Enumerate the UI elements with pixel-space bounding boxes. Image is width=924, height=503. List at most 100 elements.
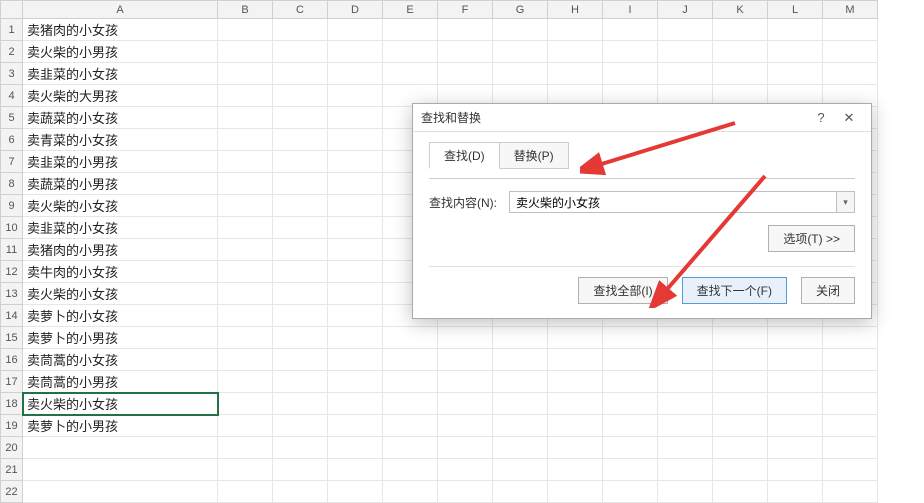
cell[interactable] (548, 349, 603, 371)
cell[interactable] (218, 107, 273, 129)
cell[interactable] (218, 195, 273, 217)
tab-replace[interactable]: 替换(P) (499, 142, 569, 169)
cell[interactable] (438, 371, 493, 393)
cell[interactable]: 卖猪肉的小女孩 (23, 19, 218, 41)
cell[interactable] (713, 327, 768, 349)
cell[interactable] (328, 63, 383, 85)
cell[interactable] (273, 19, 328, 41)
cell[interactable]: 卖韭菜的小男孩 (23, 151, 218, 173)
cell[interactable] (493, 437, 548, 459)
column-header[interactable]: H (548, 1, 603, 19)
cell[interactable]: 卖萝卜的小男孩 (23, 327, 218, 349)
cell[interactable] (273, 261, 328, 283)
column-header[interactable]: B (218, 1, 273, 19)
cell[interactable] (823, 459, 878, 481)
cell[interactable]: 卖茼蒿的小女孩 (23, 349, 218, 371)
cell[interactable] (273, 195, 328, 217)
cell[interactable] (438, 415, 493, 437)
cell[interactable] (438, 349, 493, 371)
cell[interactable] (273, 129, 328, 151)
find-all-button[interactable]: 查找全部(I) (578, 277, 667, 304)
cell[interactable] (218, 371, 273, 393)
cell[interactable]: 卖萝卜的小女孩 (23, 305, 218, 327)
cell[interactable] (218, 481, 273, 503)
cell[interactable] (218, 63, 273, 85)
cell[interactable] (603, 437, 658, 459)
cell[interactable] (713, 41, 768, 63)
cell[interactable] (493, 19, 548, 41)
cell[interactable] (548, 459, 603, 481)
cell[interactable] (273, 437, 328, 459)
cell[interactable] (328, 217, 383, 239)
cell[interactable] (273, 393, 328, 415)
cell[interactable] (328, 415, 383, 437)
cell[interactable] (658, 437, 713, 459)
cell[interactable] (768, 327, 823, 349)
cell[interactable] (328, 327, 383, 349)
cell[interactable] (383, 19, 438, 41)
cell[interactable] (383, 459, 438, 481)
cell[interactable] (548, 393, 603, 415)
cell[interactable] (218, 85, 273, 107)
cell[interactable] (768, 393, 823, 415)
cell[interactable] (493, 393, 548, 415)
cell[interactable] (273, 415, 328, 437)
cell[interactable] (328, 85, 383, 107)
cell[interactable] (218, 327, 273, 349)
cell[interactable] (218, 41, 273, 63)
column-header[interactable]: K (713, 1, 768, 19)
cell[interactable] (713, 371, 768, 393)
cell[interactable] (658, 19, 713, 41)
cell[interactable] (713, 63, 768, 85)
cell[interactable] (493, 481, 548, 503)
cell[interactable] (328, 107, 383, 129)
cell[interactable] (273, 239, 328, 261)
cell[interactable] (658, 481, 713, 503)
cell[interactable] (603, 481, 658, 503)
tab-find[interactable]: 查找(D) (429, 142, 500, 169)
cell[interactable] (383, 63, 438, 85)
row-header[interactable]: 19 (1, 415, 23, 437)
cell[interactable] (823, 481, 878, 503)
cell[interactable] (768, 19, 823, 41)
cell[interactable] (328, 41, 383, 63)
cell[interactable] (603, 393, 658, 415)
cell[interactable] (713, 415, 768, 437)
cell[interactable] (658, 393, 713, 415)
row-header[interactable]: 17 (1, 371, 23, 393)
cell[interactable] (713, 393, 768, 415)
row-header[interactable]: 5 (1, 107, 23, 129)
cell[interactable] (603, 459, 658, 481)
dialog-titlebar[interactable]: 查找和替换 ? ✕ (413, 104, 871, 132)
cell[interactable] (658, 459, 713, 481)
cell[interactable]: 卖火柴的大男孩 (23, 85, 218, 107)
row-header[interactable]: 13 (1, 283, 23, 305)
cell[interactable] (328, 19, 383, 41)
cell[interactable] (713, 481, 768, 503)
cell[interactable] (218, 393, 273, 415)
row-header[interactable]: 1 (1, 19, 23, 41)
row-header[interactable]: 20 (1, 437, 23, 459)
cell[interactable] (218, 151, 273, 173)
cell[interactable] (658, 327, 713, 349)
cell[interactable] (768, 437, 823, 459)
cell[interactable] (273, 63, 328, 85)
row-header[interactable]: 21 (1, 459, 23, 481)
find-content-combo[interactable]: ▾ (509, 191, 855, 213)
cell[interactable] (328, 151, 383, 173)
cell[interactable] (328, 349, 383, 371)
cell[interactable] (218, 239, 273, 261)
cell[interactable] (768, 459, 823, 481)
cell[interactable] (493, 371, 548, 393)
cell[interactable] (768, 41, 823, 63)
cell[interactable] (328, 261, 383, 283)
cell[interactable]: 卖韭菜的小女孩 (23, 217, 218, 239)
cell[interactable] (658, 41, 713, 63)
help-icon[interactable]: ? (807, 107, 835, 129)
cell[interactable] (383, 349, 438, 371)
cell[interactable] (438, 19, 493, 41)
row-header[interactable]: 6 (1, 129, 23, 151)
cell[interactable] (383, 41, 438, 63)
column-header[interactable]: J (658, 1, 713, 19)
cell[interactable] (383, 327, 438, 349)
